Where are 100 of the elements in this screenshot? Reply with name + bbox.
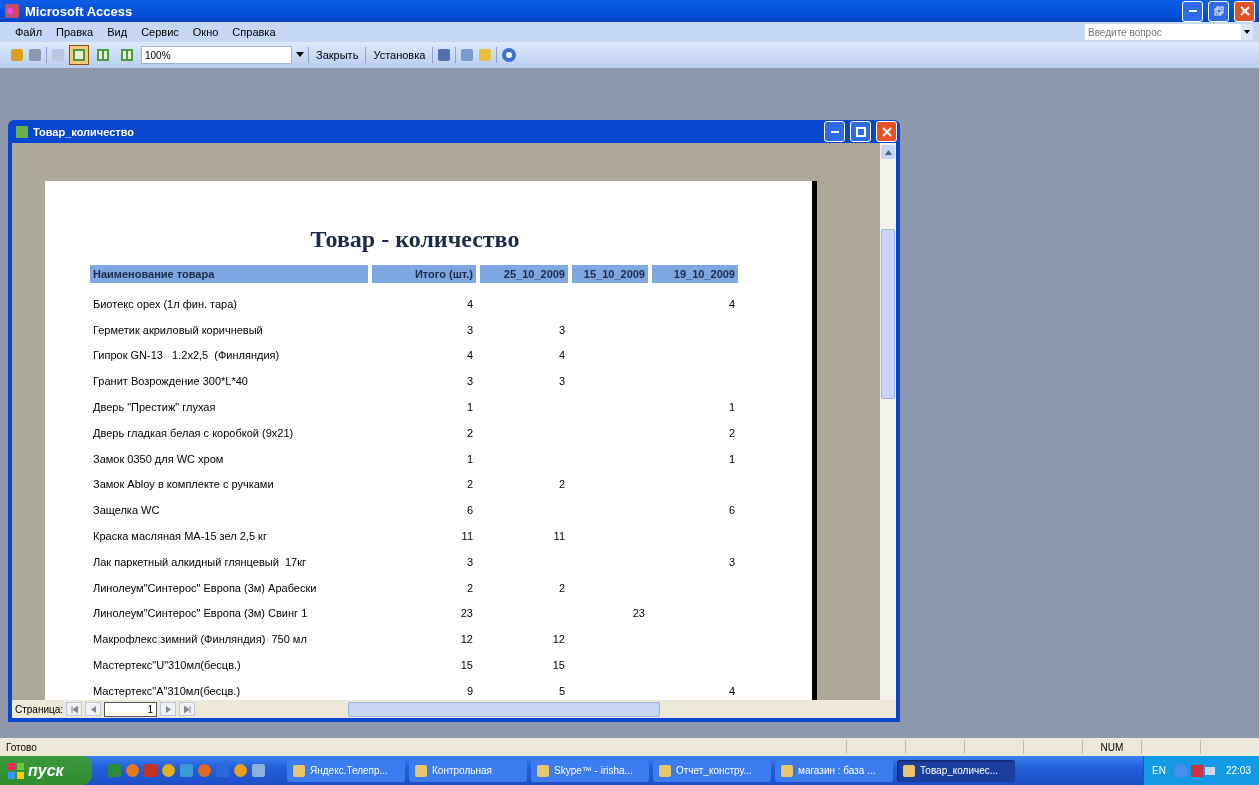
page-number-field[interactable]: 1 bbox=[104, 701, 158, 717]
menu-item[interactable]: Справка bbox=[225, 26, 283, 38]
toolbar-button[interactable]: Установка bbox=[370, 49, 429, 61]
minimize-icon bbox=[830, 130, 839, 133]
maximize-icon bbox=[855, 126, 866, 137]
product-name: Гранит Возрождение 300*L*40 bbox=[92, 374, 249, 390]
quantity-cell-text: 5 bbox=[557, 683, 566, 699]
product-name: Макрофлекс зимний (Финляндия) 750 мл bbox=[92, 632, 308, 648]
close-icon bbox=[1239, 6, 1250, 16]
product-name: Мастертекс"A"310мл(бесцв.) bbox=[92, 683, 242, 699]
taskbar-button[interactable]: магазин : база ... bbox=[775, 759, 893, 782]
quantity-cell-text: 4 bbox=[557, 348, 566, 364]
maximize-button[interactable] bbox=[850, 121, 871, 142]
quantity-cell-text: 3 bbox=[465, 374, 474, 390]
quick-launch-icon[interactable] bbox=[198, 764, 211, 777]
previous-page-button[interactable] bbox=[85, 702, 102, 716]
quantity-cell-text: 6 bbox=[465, 503, 474, 519]
quick-launch-icon[interactable] bbox=[126, 764, 139, 777]
quantity-cell-text: 15 bbox=[459, 658, 474, 674]
quantity-cell-text: 15 bbox=[551, 658, 566, 674]
quantity-cell-text: 2 bbox=[465, 425, 474, 441]
windows-logo-icon bbox=[8, 762, 24, 779]
quantity-cell-text: 3 bbox=[557, 322, 566, 338]
window-title: Microsoft Access bbox=[25, 3, 134, 19]
start-button[interactable]: пуск bbox=[0, 756, 92, 785]
product-name: Замок 0350 для WC хром bbox=[92, 451, 225, 467]
close-icon bbox=[881, 126, 892, 137]
quick-launch-icon[interactable] bbox=[234, 764, 247, 777]
quick-launch-icon[interactable] bbox=[162, 764, 175, 777]
product-name: Дверь гладкая белая с коробкой (9х21) bbox=[92, 425, 295, 441]
help-search-field[interactable]: Введите вопрос bbox=[1085, 24, 1241, 40]
menu-item[interactable]: Правка bbox=[49, 26, 101, 38]
scroll-up-icon[interactable] bbox=[884, 149, 892, 155]
vertical-scrollbar[interactable] bbox=[880, 143, 896, 700]
menu-item[interactable]: Файл bbox=[8, 26, 50, 38]
quantity-cell-text: 11 bbox=[552, 529, 566, 545]
menu-item[interactable]: Вид bbox=[100, 26, 135, 38]
close-button[interactable] bbox=[876, 121, 897, 142]
product-name: Дверь "Престиж" глухая bbox=[92, 400, 217, 416]
taskbar-button[interactable]: Skype™ - irisha... bbox=[531, 759, 649, 782]
quantity-cell-text: 3 bbox=[727, 554, 736, 570]
status-indicator: NUM bbox=[1082, 740, 1141, 754]
first-page-button[interactable] bbox=[66, 702, 83, 716]
next-icon bbox=[165, 705, 171, 713]
product-name: Герметик акриловый коричневый bbox=[92, 322, 264, 338]
column-header: 15_10_2009 bbox=[572, 265, 648, 283]
help-icon[interactable] bbox=[501, 47, 518, 63]
quantity-cell-text: 4 bbox=[465, 296, 474, 312]
quantity-cell-text: 12 bbox=[459, 632, 474, 648]
app-icon bbox=[537, 764, 549, 777]
quantity-cell-text: 6 bbox=[727, 503, 736, 519]
toolbar-button[interactable]: Закрыть bbox=[313, 49, 362, 61]
quantity-cell-text: 2 bbox=[727, 425, 736, 441]
clock: 22:03 bbox=[1225, 765, 1251, 776]
restore-button[interactable] bbox=[1208, 0, 1229, 22]
quantity-cell-text: 23 bbox=[631, 606, 646, 622]
magnifier-icon bbox=[51, 48, 65, 62]
report-title: Товар - количество bbox=[309, 226, 521, 253]
dropdown-arrow-icon[interactable] bbox=[296, 52, 304, 58]
product-name: Защелка WC bbox=[92, 503, 161, 519]
app-icon bbox=[415, 764, 427, 777]
report-icon bbox=[16, 125, 28, 138]
app-icon bbox=[659, 764, 671, 777]
quantity-cell-text: 1 bbox=[465, 451, 474, 467]
app-icon bbox=[293, 764, 305, 777]
quantity-cell-text: 4 bbox=[727, 683, 736, 699]
next-page-button[interactable] bbox=[160, 702, 177, 716]
first-page-icon bbox=[70, 705, 78, 713]
quantity-cell-text: 2 bbox=[465, 580, 474, 596]
minimize-icon bbox=[1188, 10, 1197, 12]
quantity-cell-text: 3 bbox=[465, 322, 474, 338]
quantity-cell-text: 23 bbox=[459, 606, 474, 622]
column-header: 25_10_2009 bbox=[480, 265, 568, 283]
product-name: Биотекс орех (1л фин. тара) bbox=[92, 296, 238, 312]
quantity-cell-text: 3 bbox=[465, 554, 474, 570]
taskbar-button[interactable]: Контрольная bbox=[409, 759, 527, 782]
page-view-button[interactable] bbox=[69, 45, 89, 65]
column-header: 19_10_2009 bbox=[652, 265, 738, 283]
taskbar-button[interactable]: Товар_количес... bbox=[897, 759, 1015, 782]
app-icon bbox=[781, 764, 793, 777]
report-window-title: Товар_количество bbox=[33, 125, 136, 138]
previous-icon bbox=[90, 705, 96, 713]
menu-item[interactable]: Окно bbox=[185, 26, 226, 38]
column-header: Наименование товара bbox=[90, 265, 368, 283]
close-button[interactable] bbox=[1234, 0, 1255, 22]
product-name: Мастертекс"U"310мл(бесцв.) bbox=[92, 658, 242, 674]
last-page-button[interactable] bbox=[179, 702, 196, 716]
app-key-icon bbox=[4, 3, 20, 19]
minimize-button[interactable] bbox=[824, 121, 845, 142]
quantity-cell-text: 1 bbox=[727, 400, 736, 416]
menu-item[interactable]: Сервис bbox=[134, 26, 186, 38]
column-header: Итого (шт.) bbox=[372, 265, 476, 283]
quantity-cell-text: 11 bbox=[460, 529, 474, 545]
minimize-button[interactable] bbox=[1182, 0, 1203, 22]
taskbar-button[interactable]: Отчет_констру... bbox=[653, 759, 771, 782]
tray-icons-drawing[interactable] bbox=[1173, 762, 1218, 779]
quantity-cell-text: 3 bbox=[557, 374, 566, 390]
product-name: Замок Abloy в комплекте с ручками bbox=[92, 477, 275, 493]
zoom-combo[interactable]: 100% bbox=[141, 46, 292, 64]
taskbar-button[interactable]: Яндекс.Телепр... bbox=[287, 759, 405, 782]
